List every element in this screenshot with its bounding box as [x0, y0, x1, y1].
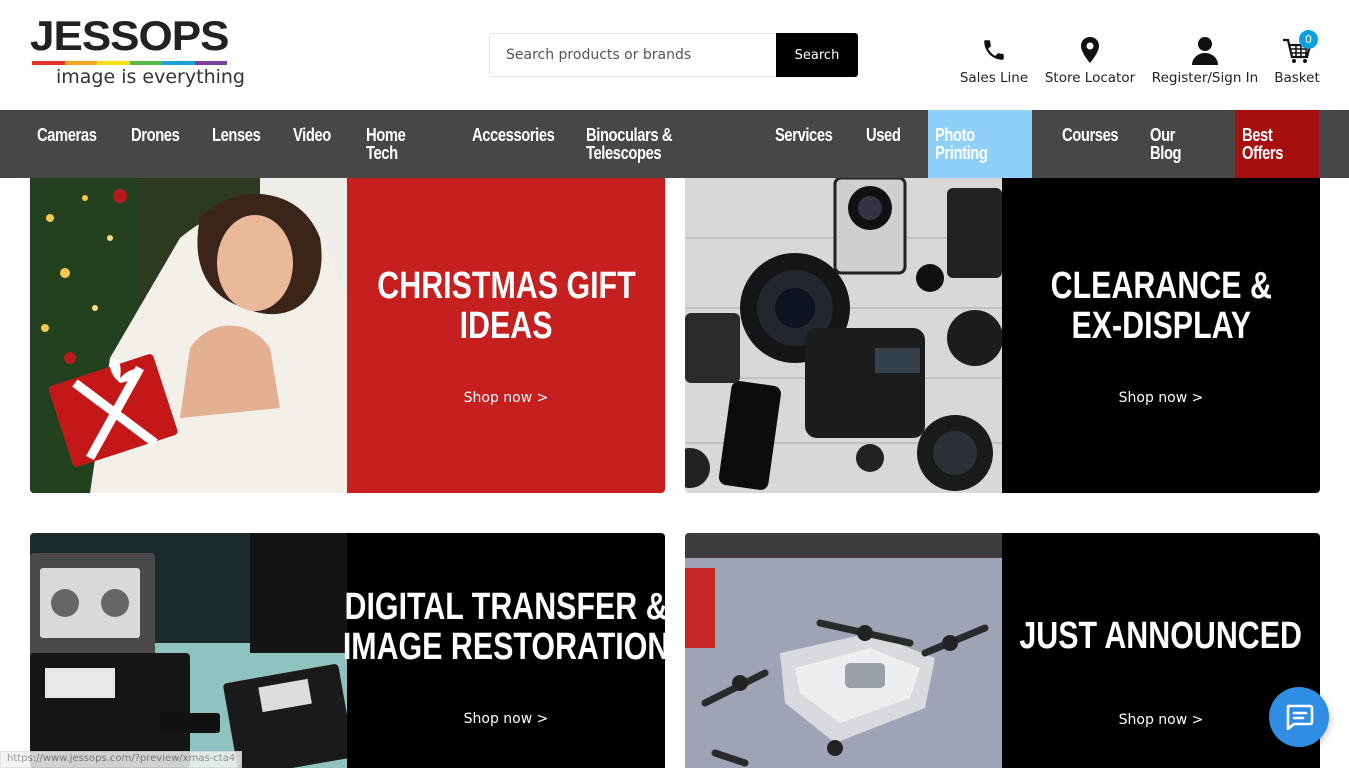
main-navigation: Cameras Drones Lenses Video Home Tech Acc…: [0, 110, 1349, 178]
nav-drones-label: Drones: [131, 125, 180, 145]
nav-accessories-label: Accessories: [472, 125, 555, 145]
search-box: Search: [489, 33, 858, 77]
nav-drones[interactable]: Drones: [131, 110, 190, 178]
jessops-logo[interactable]: JESSOPS image is everything: [30, 13, 245, 92]
christmas-panel: CHRISTMAS GIFT IDEAS Shop now >: [347, 178, 665, 493]
promo-card-clearance[interactable]: CLEARANCE & EX-DISPLAY Shop now >: [685, 178, 1320, 493]
clearance-panel: CLEARANCE & EX-DISPLAY Shop now >: [1002, 178, 1320, 493]
just-announced-panel: JUST ANNOUNCED Shop now >: [1002, 533, 1320, 768]
basket-link[interactable]: 0 Basket: [1271, 30, 1323, 89]
nav-blog-line2: Blog: [1150, 143, 1182, 163]
nav-cameras[interactable]: Cameras: [37, 110, 110, 178]
drone-photo: [685, 533, 1002, 768]
search-button[interactable]: Search: [776, 33, 858, 77]
digital-transfer-title-line2: IMAGE RESTORATION: [342, 625, 665, 668]
chat-icon: [1286, 704, 1314, 730]
store-locator-label: Store Locator: [1044, 70, 1136, 86]
nav-offers-line2: Offers: [1242, 143, 1284, 163]
basket-count-badge: 0: [1299, 30, 1318, 49]
nav-cameras-label: Cameras: [37, 125, 97, 145]
nav-photo-printing[interactable]: Photo Printing: [928, 110, 1032, 178]
promo-card-digital-transfer[interactable]: DIGITAL TRANSFER & IMAGE RESTORATION Sho…: [30, 533, 665, 768]
nav-courses[interactable]: Courses: [1062, 110, 1131, 178]
christmas-gift-photo: [30, 178, 347, 493]
nav-best-offers[interactable]: Best Offers: [1235, 110, 1319, 178]
nav-lenses[interactable]: Lenses: [212, 110, 271, 178]
search-input[interactable]: [490, 34, 777, 76]
just-announced-titles: JUST ANNOUNCED: [984, 616, 1320, 656]
map-pin-icon: [1075, 35, 1105, 65]
nav-blog-line1: Our: [1150, 125, 1176, 145]
nav-photo-line1: Photo: [935, 125, 975, 145]
nav-binoculars-line2: Telescopes: [586, 143, 662, 163]
nav-home-tech[interactable]: Home Tech: [366, 110, 414, 178]
promo-card-just-announced[interactable]: JUST ANNOUNCED Shop now >: [685, 533, 1320, 768]
christmas-title-line1: CHRISTMAS GIFT: [376, 264, 636, 307]
promo-card-christmas[interactable]: CHRISTMAS GIFT IDEAS Shop now >: [30, 178, 665, 493]
vhs-tapes-photo: [30, 533, 354, 768]
sales-line-link[interactable]: Sales Line: [958, 35, 1030, 89]
nav-video[interactable]: Video: [293, 110, 339, 178]
nav-accessories[interactable]: Accessories: [472, 110, 573, 178]
nav-services[interactable]: Services: [775, 110, 845, 178]
nav-courses-label: Courses: [1062, 125, 1119, 145]
site-header: JESSOPS image is everything Search Sales…: [0, 0, 1349, 110]
register-signin-link[interactable]: Register/Sign In: [1151, 35, 1259, 89]
browser-status-url: https://www.jessops.com/?preview/xmas-ct…: [0, 751, 243, 768]
cameras-flatlay-photo: [685, 178, 1003, 493]
digital-transfer-titles: DIGITAL TRANSFER & IMAGE RESTORATION: [302, 587, 665, 667]
digital-transfer-panel: DIGITAL TRANSFER & IMAGE RESTORATION Sho…: [343, 533, 665, 768]
basket-label: Basket: [1274, 70, 1320, 86]
nav-used[interactable]: Used: [866, 110, 908, 178]
nav-used-label: Used: [866, 125, 901, 145]
nav-our-blog[interactable]: Our Blog: [1150, 110, 1188, 178]
nav-video-label: Video: [293, 125, 331, 145]
store-locator-link[interactable]: Store Locator: [1043, 35, 1137, 89]
clearance-title-line1: CLEARANCE &: [1050, 264, 1272, 307]
nav-lenses-label: Lenses: [212, 125, 261, 145]
sales-line-label: Sales Line: [959, 70, 1029, 86]
chat-launcher-button[interactable]: [1269, 687, 1329, 747]
digital-transfer-shop-now-link[interactable]: Shop now >: [464, 711, 549, 727]
logo-color-stripe: [32, 61, 227, 65]
nav-home-tech-line1: Home: [366, 125, 406, 145]
nav-binoculars-line1: Binoculars &: [586, 125, 673, 145]
digital-transfer-title-line1: DIGITAL TRANSFER &: [344, 585, 665, 628]
phone-icon: [979, 35, 1009, 65]
logo-tagline: image is everything: [56, 66, 245, 88]
nav-photo-line2: Printing: [935, 143, 988, 163]
clearance-shop-now-link[interactable]: Shop now >: [1119, 390, 1204, 406]
christmas-shop-now-link[interactable]: Shop now >: [464, 390, 549, 406]
just-announced-shop-now-link[interactable]: Shop now >: [1119, 712, 1204, 728]
register-signin-label: Register/Sign In: [1151, 70, 1259, 86]
just-announced-title: JUST ANNOUNCED: [1019, 614, 1303, 657]
nav-services-label: Services: [775, 125, 833, 145]
user-icon: [1190, 35, 1220, 65]
basket-icon: 0: [1282, 30, 1318, 65]
nav-home-tech-line2: Tech: [366, 143, 398, 163]
clearance-title-line2: EX-DISPLAY: [1071, 304, 1251, 347]
logo-wordmark: JESSOPS: [30, 13, 229, 60]
christmas-title-line2: IDEAS: [459, 304, 553, 347]
nav-binoculars-telescopes[interactable]: Binoculars & Telescopes: [586, 110, 691, 178]
nav-offers-line1: Best: [1242, 125, 1273, 145]
